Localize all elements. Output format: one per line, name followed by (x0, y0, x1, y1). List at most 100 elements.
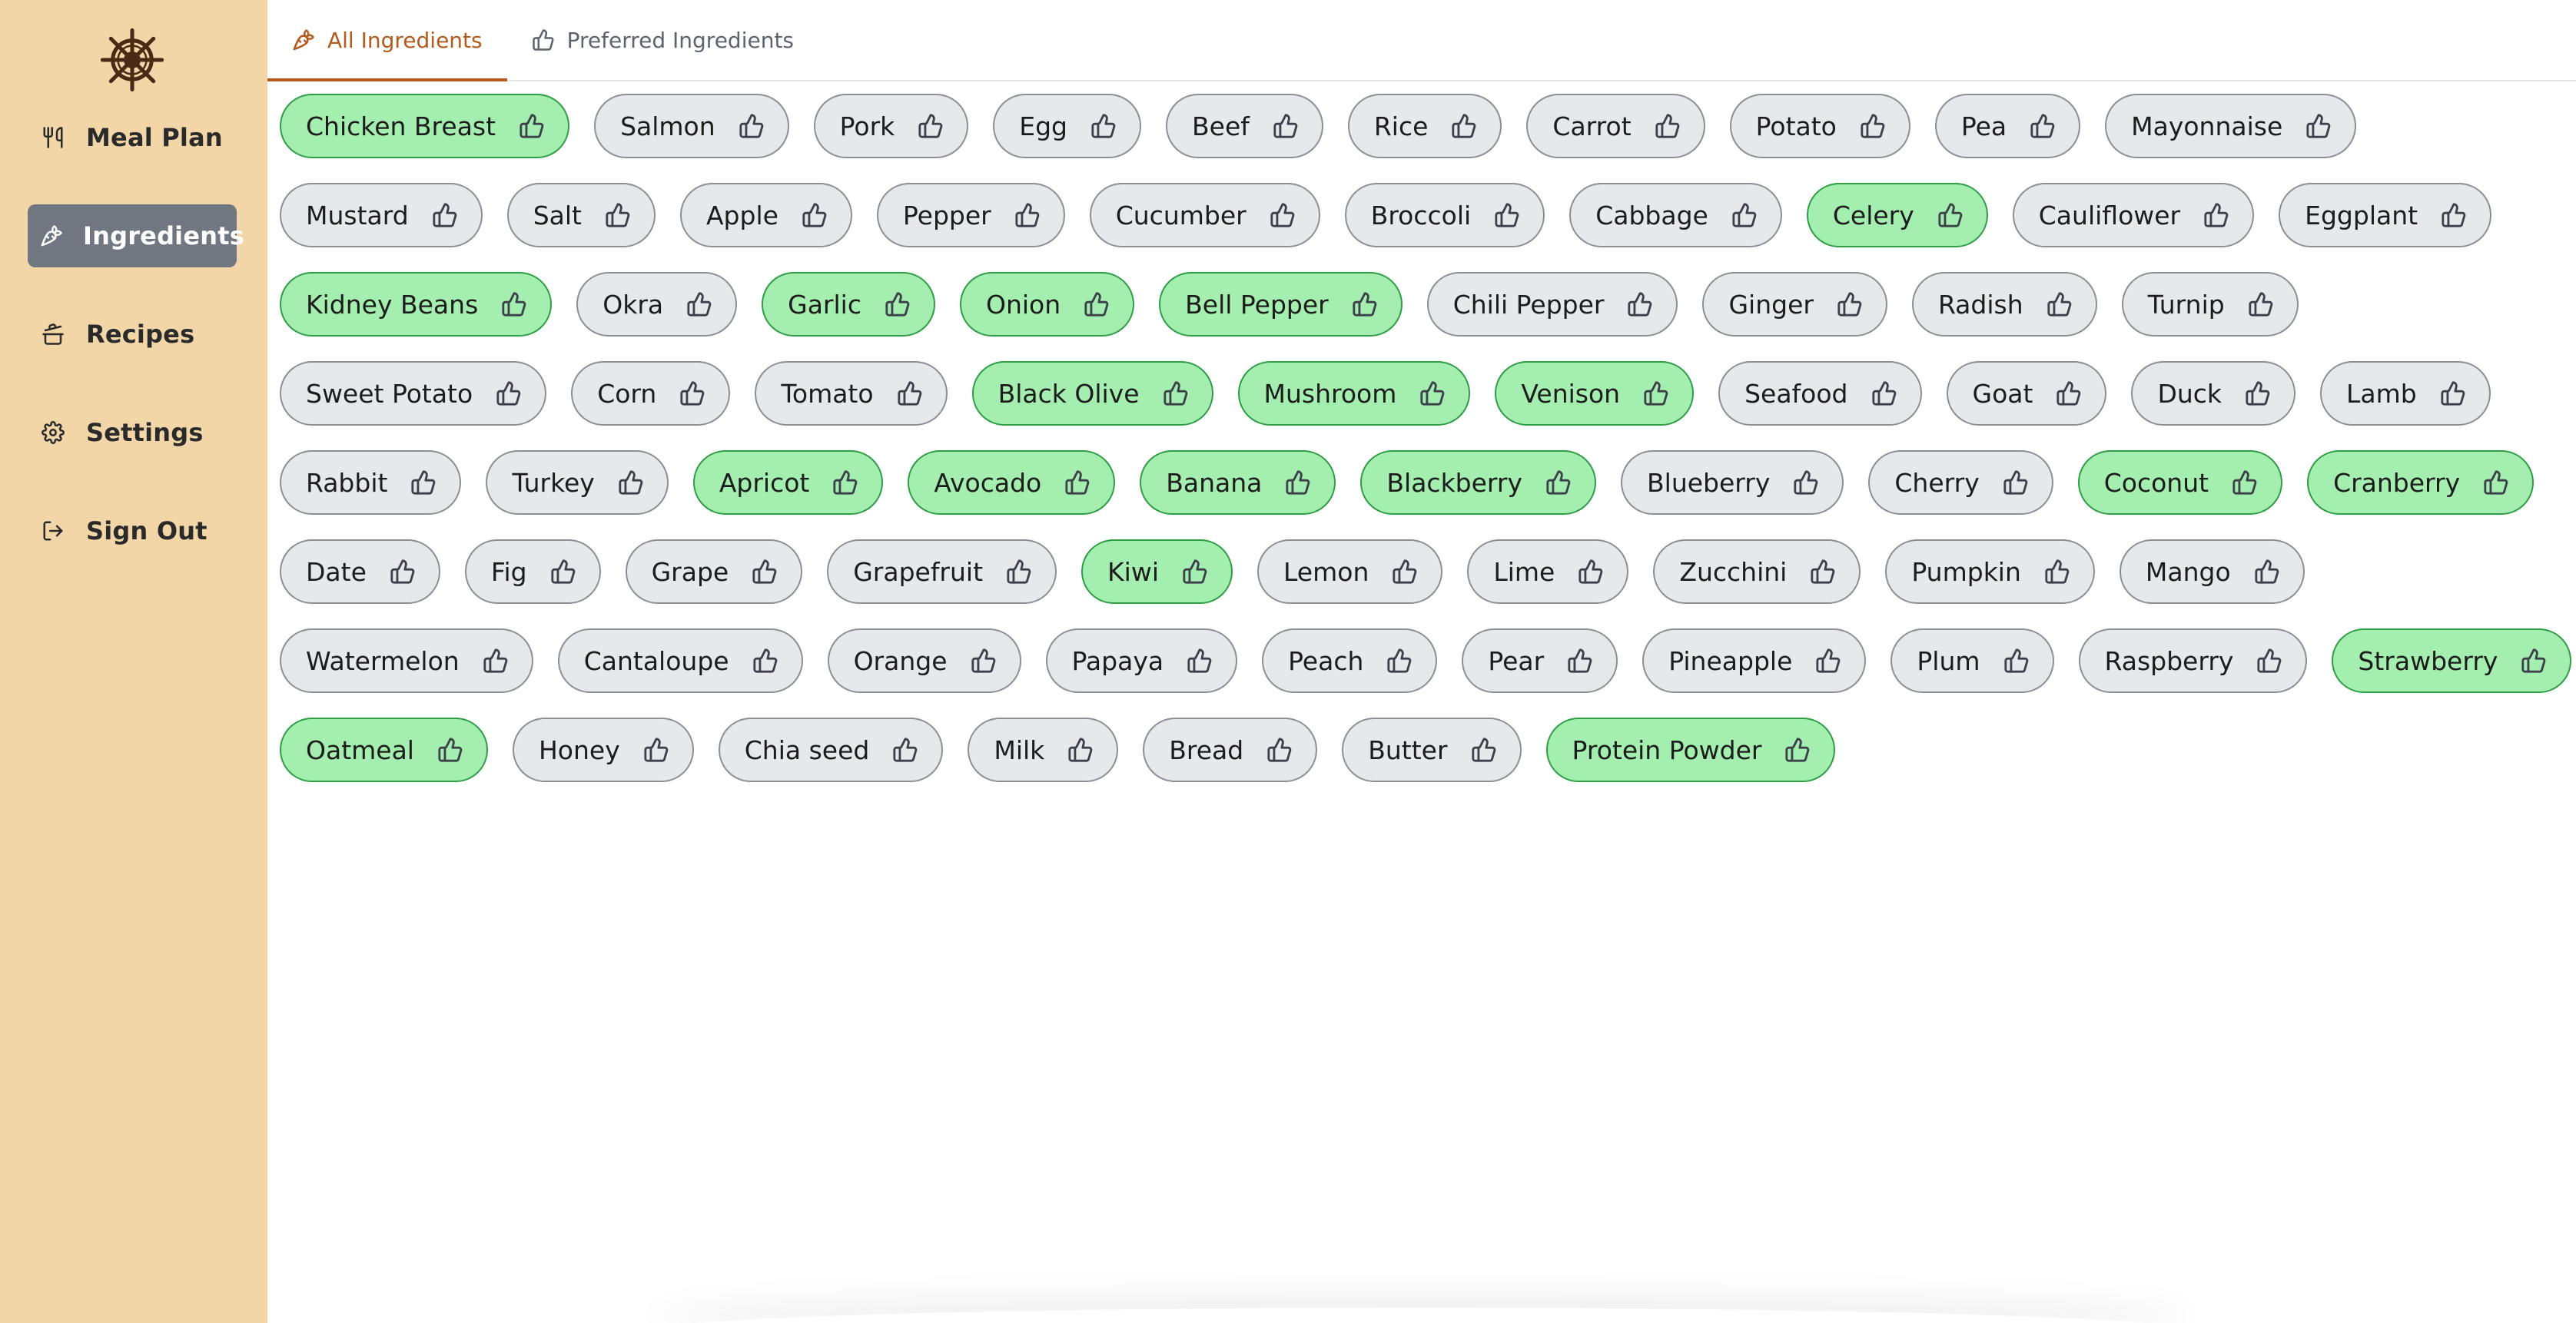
ingredient-chip[interactable]: Lemon (1257, 539, 1443, 604)
sidebar-item-sign-out[interactable]: Sign Out (28, 499, 237, 562)
thumbs-up-icon[interactable] (832, 469, 858, 496)
ingredient-chip[interactable]: Grapefruit (827, 539, 1057, 604)
ingredient-chip[interactable]: Pear (1462, 628, 1618, 693)
ingredient-chip[interactable]: Protein Powder (1545, 718, 1836, 782)
thumbs-up-icon[interactable] (1578, 559, 1604, 585)
thumbs-up-icon[interactable] (2305, 113, 2332, 139)
thumbs-up-icon[interactable] (1627, 291, 1653, 317)
ingredient-chip[interactable]: Blueberry (1621, 450, 1844, 515)
ingredient-chip[interactable]: Milk (968, 718, 1119, 782)
ingredient-chip[interactable]: Grape (625, 539, 803, 604)
thumbs-up-icon[interactable] (885, 291, 911, 317)
sidebar-item-ingredients[interactable]: Ingredients (28, 204, 244, 267)
ingredient-chip[interactable]: Garlic (762, 272, 935, 337)
ingredient-chip[interactable]: Tomato (755, 361, 948, 426)
thumbs-up-icon[interactable] (1545, 469, 1572, 496)
thumbs-up-icon[interactable] (605, 202, 631, 228)
thumbs-up-icon[interactable] (1567, 648, 1593, 674)
thumbs-up-icon[interactable] (618, 469, 644, 496)
thumbs-up-icon[interactable] (410, 469, 437, 496)
thumbs-up-icon[interactable] (1643, 380, 1669, 406)
sidebar-item-settings[interactable]: Settings (28, 401, 237, 464)
ingredient-chip[interactable]: Kiwi (1081, 539, 1233, 604)
ingredient-chip[interactable]: Mango (2119, 539, 2305, 604)
ingredient-chip[interactable]: Blackberry (1360, 450, 1597, 515)
thumbs-up-icon[interactable] (971, 648, 997, 674)
ingredient-chip[interactable]: Ginger (1702, 272, 1887, 337)
ingredient-chip[interactable]: Chia seed (718, 718, 944, 782)
thumbs-up-icon[interactable] (2248, 291, 2274, 317)
ingredient-chip[interactable]: Black Olive (971, 361, 1213, 426)
thumbs-up-icon[interactable] (1006, 559, 1032, 585)
ingredient-chip[interactable]: Coconut (2077, 450, 2283, 515)
thumbs-up-icon[interactable] (1084, 291, 1110, 317)
thumbs-up-icon[interactable] (1871, 380, 1897, 406)
ingredient-chip[interactable]: Oatmeal (280, 718, 488, 782)
ingredient-chip[interactable]: Chili Pepper (1426, 272, 1678, 337)
ingredient-chip[interactable]: Seafood (1718, 361, 1922, 426)
ingredient-chip[interactable]: Mayonnaise (2105, 94, 2357, 158)
ingredient-chip[interactable]: Rabbit (280, 450, 462, 515)
ingredient-chip[interactable]: Banana (1140, 450, 1336, 515)
ingredient-chip[interactable]: Pineapple (1642, 628, 1867, 693)
ingredient-chip[interactable]: Lamb (2320, 361, 2491, 426)
ingredient-chip[interactable]: Mustard (280, 183, 483, 247)
ingredient-chip[interactable]: Lime (1467, 539, 1629, 604)
ingredient-chip[interactable]: Eggplant (2279, 183, 2492, 247)
ingredient-chip[interactable]: Okra (576, 272, 738, 337)
thumbs-up-icon[interactable] (2030, 113, 2056, 139)
thumbs-up-icon[interactable] (2047, 291, 2073, 317)
thumbs-up-icon[interactable] (1386, 648, 1412, 674)
thumbs-up-icon[interactable] (1451, 113, 1477, 139)
thumbs-up-icon[interactable] (1273, 113, 1299, 139)
ingredient-chip[interactable]: Potato (1729, 94, 1910, 158)
thumbs-up-icon[interactable] (2440, 380, 2466, 406)
ingredient-chip[interactable]: Zucchini (1653, 539, 1861, 604)
ingredient-chip[interactable]: Salt (506, 183, 656, 247)
tab-all-ingredients[interactable]: All Ingredients (267, 0, 507, 81)
ingredient-chip[interactable]: Pepper (876, 183, 1065, 247)
ingredient-chip[interactable]: Beef (1166, 94, 1323, 158)
sidebar-item-recipes[interactable]: Recipes (28, 303, 237, 366)
thumbs-up-icon[interactable] (1187, 648, 1213, 674)
thumbs-up-icon[interactable] (390, 559, 416, 585)
thumbs-up-icon[interactable] (483, 648, 509, 674)
thumbs-up-icon[interactable] (1090, 113, 1117, 139)
ingredient-chip[interactable]: Pea (1934, 94, 2081, 158)
ingredient-chip[interactable]: Apple (679, 183, 852, 247)
thumbs-up-icon[interactable] (1352, 291, 1378, 317)
ingredient-chip[interactable]: Papaya (1045, 628, 1238, 693)
thumbs-up-icon[interactable] (679, 380, 705, 406)
thumbs-up-icon[interactable] (2003, 648, 2030, 674)
ingredient-chip[interactable]: Avocado (908, 450, 1116, 515)
thumbs-up-icon[interactable] (1014, 202, 1041, 228)
thumbs-up-icon[interactable] (1731, 202, 1758, 228)
thumbs-up-icon[interactable] (2232, 469, 2258, 496)
thumbs-up-icon[interactable] (2245, 380, 2271, 406)
ingredient-chip[interactable]: Duck (2131, 361, 2296, 426)
ingredient-chip[interactable]: Cauliflower (2012, 183, 2255, 247)
thumbs-up-icon[interactable] (2254, 559, 2280, 585)
ingredient-chip[interactable]: Radish (1911, 272, 2097, 337)
ingredient-chip[interactable]: Honey (512, 718, 694, 782)
thumbs-up-icon[interactable] (501, 291, 527, 317)
thumbs-up-icon[interactable] (1163, 380, 1189, 406)
thumbs-up-icon[interactable] (1419, 380, 1446, 406)
thumbs-up-icon[interactable] (1655, 113, 1681, 139)
ingredient-chip[interactable]: Plum (1891, 628, 2054, 693)
ingredient-chip[interactable]: Cantaloupe (557, 628, 803, 693)
thumbs-up-icon[interactable] (2256, 648, 2282, 674)
ingredient-chip[interactable]: Kidney Beans (280, 272, 553, 337)
thumbs-up-icon[interactable] (432, 202, 458, 228)
thumbs-up-icon[interactable] (1810, 559, 1836, 585)
thumbs-up-icon[interactable] (1471, 737, 1497, 763)
thumbs-up-icon[interactable] (2056, 380, 2082, 406)
thumbs-up-icon[interactable] (519, 113, 545, 139)
thumbs-up-icon[interactable] (897, 380, 923, 406)
thumbs-up-icon[interactable] (1266, 737, 1293, 763)
ingredient-chip[interactable]: Cranberry (2307, 450, 2535, 515)
thumbs-up-icon[interactable] (686, 291, 712, 317)
ingredient-chip[interactable]: Broccoli (1344, 183, 1545, 247)
ingredient-chip[interactable]: Onion (959, 272, 1135, 337)
thumbs-up-icon[interactable] (1815, 648, 1841, 674)
